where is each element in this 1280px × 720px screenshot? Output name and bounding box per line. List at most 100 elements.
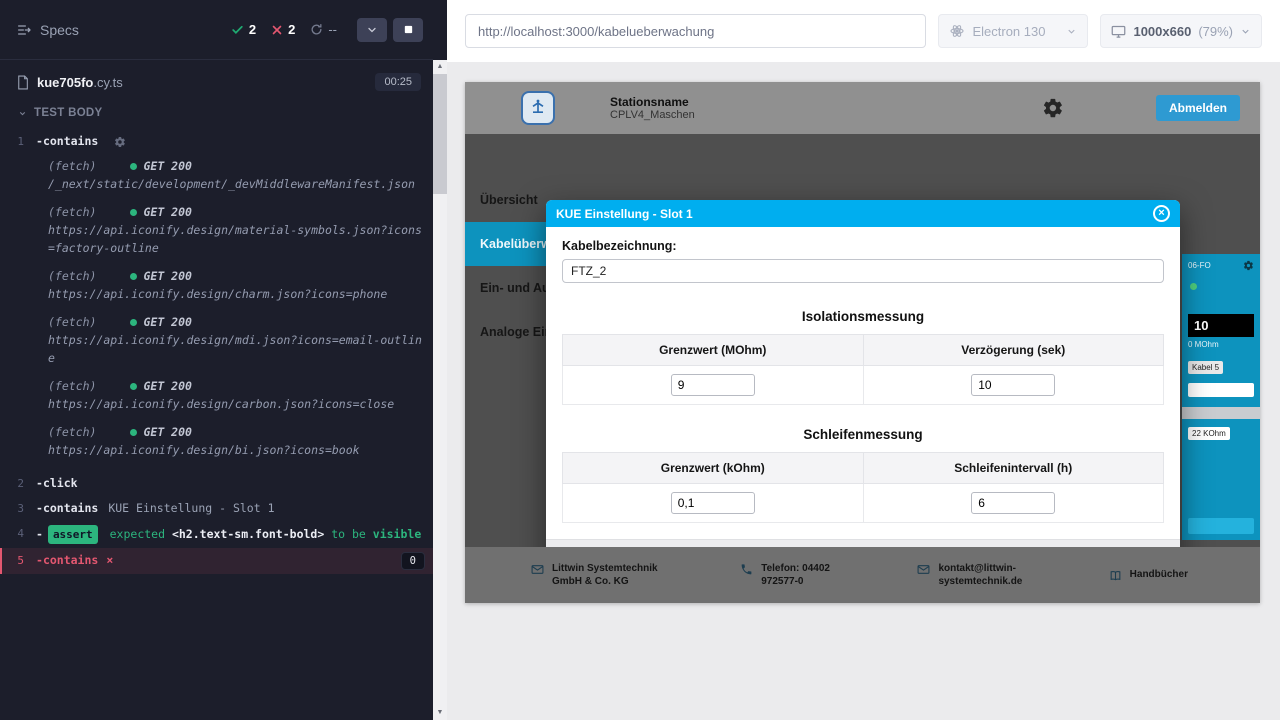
stat-failed[interactable]: 2: [271, 22, 295, 37]
panel-strip: [1182, 407, 1260, 419]
aut-stage: Stationsname CPLV4_Maschen Abmelden Über…: [447, 62, 1280, 720]
spec-file-icon: [16, 75, 29, 90]
failed-count: 2: [288, 22, 295, 37]
pending-refresh-icon: [310, 23, 323, 36]
passed-count: 2: [249, 22, 256, 37]
phone-icon: [740, 563, 753, 576]
modal-title: KUE Einstellung - Slot 1: [556, 207, 693, 221]
browser-select[interactable]: Electron 130: [938, 14, 1088, 48]
network-request-row[interactable]: (fetch)GET 200 https://api.iconify.desig…: [0, 379, 433, 413]
stop-button[interactable]: [393, 18, 423, 42]
isolation-table: Grenzwert (MOhm) Verzögerung (sek): [562, 334, 1164, 405]
close-icon[interactable]: ×: [1153, 205, 1170, 222]
schleifenintervall-input[interactable]: [971, 492, 1055, 514]
scroll-down-arrow[interactable]: ▼: [433, 706, 447, 720]
reporter-panel: Specs 2 2 --: [0, 0, 447, 720]
assert-element: <h2.text-sm.font-bold>: [172, 527, 324, 541]
email-icon: [531, 563, 544, 576]
command-row-contains-failed[interactable]: 5 -contains× 0: [0, 548, 433, 574]
network-request-row[interactable]: (fetch)GET 200 https://api.iconify.desig…: [0, 315, 433, 367]
network-request-row[interactable]: (fetch)GET 200 https://api.iconify.desig…: [0, 425, 433, 459]
chevron-down-icon: [366, 24, 378, 36]
status-dot: [130, 273, 137, 280]
chevron-down-icon: [1066, 26, 1077, 37]
pending-count: --: [328, 22, 337, 37]
scrollbar-thumb[interactable]: [433, 74, 447, 194]
station-value: CPLV4_Maschen: [610, 109, 695, 121]
spec-name: kue705fo.cy.ts: [37, 75, 123, 90]
retry-count-badge: 0: [401, 552, 425, 570]
specs-menu-icon: [16, 22, 32, 38]
footer-manuals[interactable]: Handbücher: [1109, 568, 1188, 582]
command-error-mark: ×: [106, 553, 113, 567]
viewport-monitor-icon: [1111, 24, 1126, 39]
specs-button[interactable]: Specs: [16, 22, 79, 38]
panel-field: [1188, 383, 1254, 397]
footer-phone: Telefon: 04402 972577-0: [740, 562, 858, 588]
stop-icon: [403, 24, 414, 35]
status-dot: [130, 383, 137, 390]
command-row-contains-1[interactable]: 1 -contains: [0, 129, 433, 157]
assert-badge: assert: [48, 525, 98, 544]
network-request-row[interactable]: (fetch)GET 200 /_next/static/development…: [0, 159, 433, 193]
scroll-up-arrow[interactable]: ▲: [433, 60, 447, 74]
footer-email: kontakt@littwin-systemtechnik.de: [917, 562, 1049, 588]
email-outline-icon: [917, 563, 930, 576]
test-body-label: TEST BODY: [34, 107, 103, 119]
settings-gear-icon[interactable]: [1042, 97, 1064, 119]
isolation-section-title: Isolationsmessung: [562, 309, 1164, 324]
network-request-row[interactable]: (fetch)GET 200 https://api.iconify.desig…: [0, 269, 433, 303]
command-row-click[interactable]: 2 -click: [0, 471, 433, 496]
network-request-row[interactable]: (fetch)GET 200 https://api.iconify.desig…: [0, 205, 433, 257]
command-argument: KUE Einstellung - Slot 1: [108, 501, 274, 515]
measurement-display: 10: [1188, 314, 1254, 337]
aut-toolbar: Electron 130 1000x660 (79%): [447, 0, 1280, 62]
stat-passed[interactable]: 2: [231, 22, 256, 37]
spec-duration-badge: 00:25: [375, 73, 421, 91]
stat-pending[interactable]: --: [310, 22, 337, 37]
command-row-contains-3[interactable]: 3 -containsKUE Einstellung - Slot 1: [0, 496, 433, 521]
viewport-select[interactable]: 1000x660 (79%): [1100, 14, 1262, 48]
verzoegerung-sek-input[interactable]: [971, 374, 1055, 396]
collapse-button[interactable]: [357, 18, 387, 42]
request-url: https://api.iconify.design/bi.json?icons…: [48, 441, 423, 459]
request-url: https://api.iconify.design/charm.json?ic…: [48, 285, 423, 303]
station-label: Stationsname: [610, 95, 695, 109]
request-url: https://api.iconify.design/mdi.json?icon…: [48, 331, 423, 367]
request-url: https://api.iconify.design/carbon.json?i…: [48, 395, 423, 413]
url-input[interactable]: [465, 14, 926, 48]
caret-down-icon: [18, 109, 27, 118]
column-header: Grenzwert (kOhm): [563, 453, 864, 484]
cable-designation-input[interactable]: [562, 259, 1164, 283]
spec-file-row[interactable]: kue705fo.cy.ts 00:25: [0, 60, 433, 99]
browser-label: Electron 130: [972, 24, 1045, 39]
request-url: https://api.iconify.design/material-symb…: [48, 221, 423, 257]
command-row-assert[interactable]: 4 -assert expected <h2.text-sm.font-bold…: [0, 521, 433, 548]
app-under-test: Stationsname CPLV4_Maschen Abmelden Über…: [465, 82, 1260, 603]
runner-controls: [357, 18, 423, 42]
cable-label: Kabel 5: [1188, 361, 1223, 374]
passed-check-icon: [231, 23, 244, 36]
status-dot: [1190, 283, 1197, 290]
kue-settings-modal: KUE Einstellung - Slot 1 × Kabelbezeichn…: [546, 200, 1180, 547]
grenzwert-mohm-input[interactable]: [671, 374, 755, 396]
modal-body: Kabelbezeichnung: Isolationsmessung Gren…: [546, 227, 1180, 523]
background-slot-panel: 06-FO 10 0 MOhm Kabel 5 22 KOhm: [1182, 254, 1260, 540]
reporter-scrollbar[interactable]: ▲ ▼: [433, 60, 447, 720]
test-body-toggle[interactable]: TEST BODY: [0, 99, 433, 125]
logout-button[interactable]: Abmelden: [1156, 95, 1240, 121]
viewport-size: 1000x660: [1133, 24, 1191, 39]
gear-icon: [114, 136, 126, 153]
electron-icon: [949, 23, 965, 39]
aut-panel: Electron 130 1000x660 (79%): [447, 0, 1280, 720]
kohm-value: 22 KOhm: [1188, 427, 1230, 440]
app-footer: Littwin Systemtechnik GmbH & Co. KG Tele…: [465, 547, 1260, 603]
viewport-zoom: (79%): [1198, 24, 1233, 39]
column-header: Schleifenintervall (h): [863, 453, 1164, 484]
station-info: Stationsname CPLV4_Maschen: [610, 95, 695, 121]
measurement-unit: 0 MOhm: [1188, 340, 1254, 349]
app-header: Stationsname CPLV4_Maschen Abmelden: [465, 82, 1260, 134]
grenzwert-kohm-input[interactable]: [671, 492, 755, 514]
modal-header: KUE Einstellung - Slot 1 ×: [546, 200, 1180, 227]
schleifen-table: Grenzwert (kOhm) Schleifenintervall (h): [562, 452, 1164, 523]
